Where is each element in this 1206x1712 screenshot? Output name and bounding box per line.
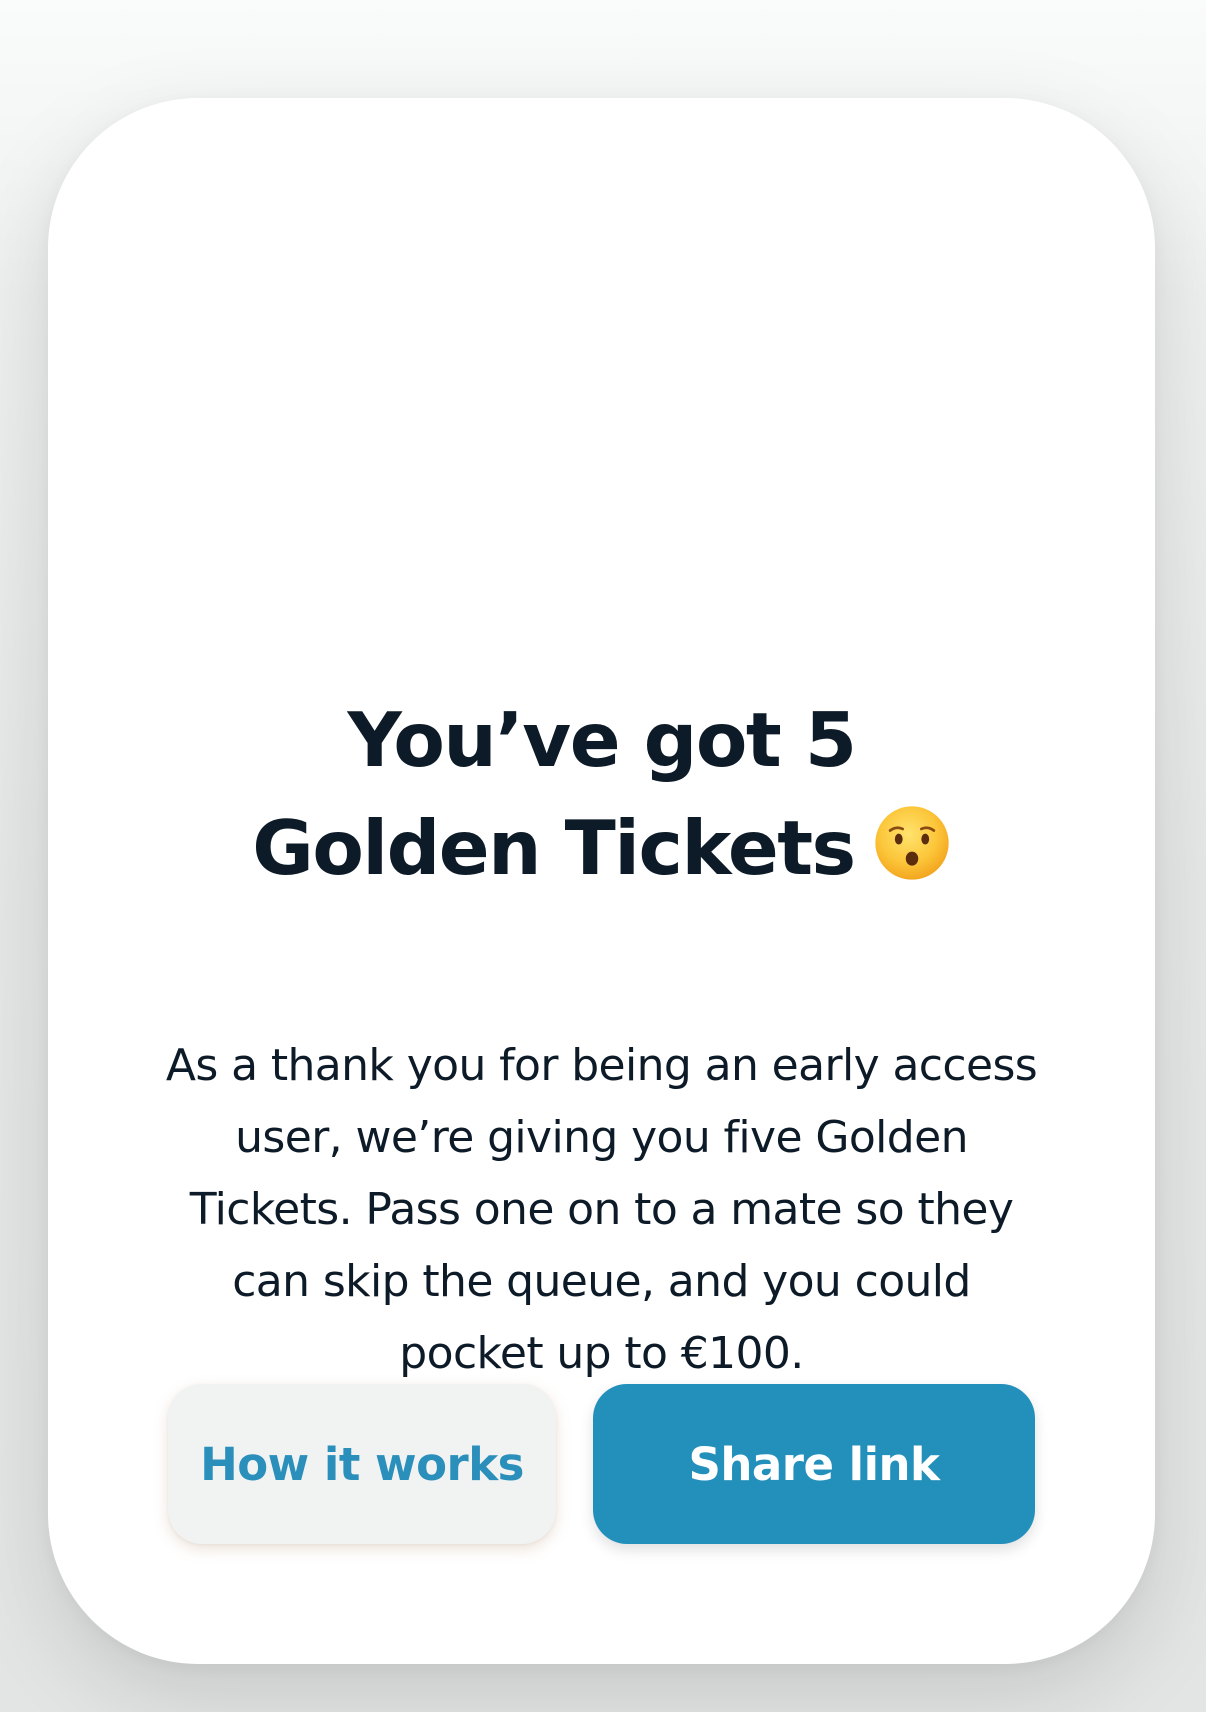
- how-it-works-button[interactable]: How it works: [168, 1384, 556, 1544]
- golden-tickets-card: You’ve got 5 Golden Tickets As a thank y…: [48, 98, 1155, 1664]
- card-title: You’ve got 5 Golden Tickets: [48, 686, 1155, 902]
- share-link-label: Share link: [688, 1437, 940, 1491]
- share-link-button[interactable]: Share link: [593, 1384, 1035, 1544]
- title-line-1: You’ve got 5: [347, 696, 857, 784]
- hushed-face-emoji-icon: [875, 806, 949, 880]
- hero-illustration-area: [48, 98, 1155, 658]
- title-line-2-text: Golden Tickets: [252, 804, 856, 892]
- how-it-works-label: How it works: [200, 1437, 524, 1491]
- card-description: As a thank you for being an early access…: [165, 1040, 1038, 1379]
- title-line-2: Golden Tickets: [48, 794, 1155, 902]
